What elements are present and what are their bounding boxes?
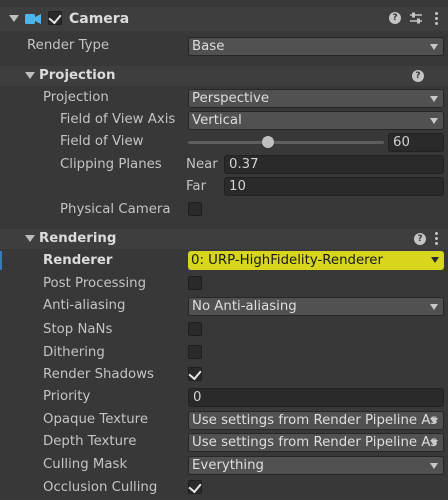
chevron-down-icon (430, 418, 438, 424)
fov-slider-track[interactable] (188, 141, 384, 144)
near-field[interactable]: 0.37 (224, 155, 444, 174)
renderer-value: 0: URP-HighFidelity-Renderer (191, 253, 383, 268)
projection-section-header[interactable]: Projection ? (0, 66, 448, 86)
chevron-down-icon (430, 96, 438, 102)
render-type-value: Base (192, 39, 225, 54)
occlusion-culling-label: Occlusion Culling (43, 480, 158, 495)
chevron-down-icon (430, 463, 438, 469)
check-icon (188, 366, 202, 381)
depth-texture-value: Use settings from Render Pipeline As (192, 435, 438, 450)
fov-axis-label: Field of View Axis (60, 112, 176, 127)
help-icon[interactable]: ? (414, 233, 426, 245)
depth-texture-dropdown[interactable]: Use settings from Render Pipeline As (188, 433, 444, 452)
projection-section-title: Projection (39, 68, 116, 83)
render-type-label: Render Type (27, 38, 110, 53)
render-shadows-checkbox[interactable] (188, 366, 202, 381)
check-icon (48, 10, 62, 25)
fov-value-field[interactable]: 60 (388, 133, 444, 152)
fov-value: 60 (393, 135, 410, 150)
near-label: Near (186, 157, 218, 172)
projection-dropdown[interactable]: Perspective (188, 89, 444, 108)
preset-settings-icon[interactable] (409, 12, 423, 25)
anti-aliasing-value: No Anti-aliasing (192, 299, 297, 314)
rendering-section-title: Rendering (39, 231, 117, 246)
fov-axis-dropdown[interactable]: Vertical (188, 111, 444, 130)
far-field[interactable]: 10 (224, 177, 444, 196)
depth-texture-label: Depth Texture (43, 434, 137, 449)
render-type-dropdown[interactable]: Base (188, 37, 444, 56)
renderer-dropdown[interactable]: 0: URP-HighFidelity-Renderer (188, 251, 444, 270)
opaque-texture-label: Opaque Texture (43, 412, 149, 427)
dithering-label: Dithering (43, 345, 105, 360)
anti-aliasing-label: Anti-aliasing (43, 298, 126, 313)
projection-value: Perspective (192, 91, 270, 106)
fov-slider-thumb[interactable] (262, 136, 275, 148)
projection-foldout-arrow[interactable] (25, 72, 35, 79)
fov-label: Field of View (60, 134, 144, 149)
opaque-texture-value: Use settings from Render Pipeline As (192, 413, 438, 428)
help-icon[interactable]: ? (389, 12, 401, 24)
fov-axis-value: Vertical (192, 113, 242, 128)
physical-camera-checkbox[interactable] (188, 202, 202, 216)
near-value: 0.37 (229, 157, 259, 172)
chevron-down-icon (430, 118, 438, 124)
chevron-down-icon (430, 440, 438, 446)
stop-nans-label: Stop NaNs (43, 322, 113, 337)
camera-component-header[interactable]: Camera ? (0, 7, 448, 31)
check-icon (188, 479, 202, 494)
far-value: 10 (229, 179, 246, 194)
context-menu-icon[interactable] (435, 12, 438, 27)
anti-aliasing-dropdown[interactable]: No Anti-aliasing (188, 297, 444, 316)
occlusion-culling-checkbox[interactable] (188, 479, 202, 494)
projection-label: Projection (43, 90, 109, 105)
help-icon[interactable]: ? (412, 70, 424, 82)
culling-mask-value: Everything (192, 458, 264, 473)
culling-mask-label: Culling Mask (43, 457, 128, 472)
camera-title: Camera (69, 11, 130, 27)
chevron-down-icon (430, 44, 438, 50)
rendering-section-header[interactable]: Rendering ? (0, 229, 448, 249)
priority-label: Priority (43, 389, 91, 404)
context-menu-icon[interactable] (435, 232, 438, 247)
clipping-planes-label: Clipping Planes (60, 157, 162, 172)
camera-icon (25, 14, 41, 24)
physical-camera-label: Physical Camera (60, 202, 171, 217)
post-processing-label: Post Processing (43, 276, 147, 291)
opaque-texture-dropdown[interactable]: Use settings from Render Pipeline As (188, 411, 444, 430)
far-label: Far (186, 179, 207, 194)
camera-foldout-arrow[interactable] (9, 15, 19, 22)
chevron-down-icon (431, 257, 439, 263)
stop-nans-checkbox[interactable] (188, 322, 202, 336)
culling-mask-dropdown[interactable]: Everything (188, 456, 444, 475)
camera-enabled-checkbox[interactable] (48, 10, 62, 25)
chevron-down-icon (430, 304, 438, 310)
dithering-checkbox[interactable] (188, 345, 202, 359)
renderer-label: Renderer (43, 253, 113, 268)
selected-row-accent (0, 251, 2, 270)
priority-field[interactable]: 0 (188, 388, 444, 407)
render-shadows-label: Render Shadows (43, 367, 154, 382)
post-processing-checkbox[interactable] (188, 276, 202, 290)
rendering-foldout-arrow[interactable] (25, 235, 35, 242)
priority-value: 0 (193, 390, 202, 405)
